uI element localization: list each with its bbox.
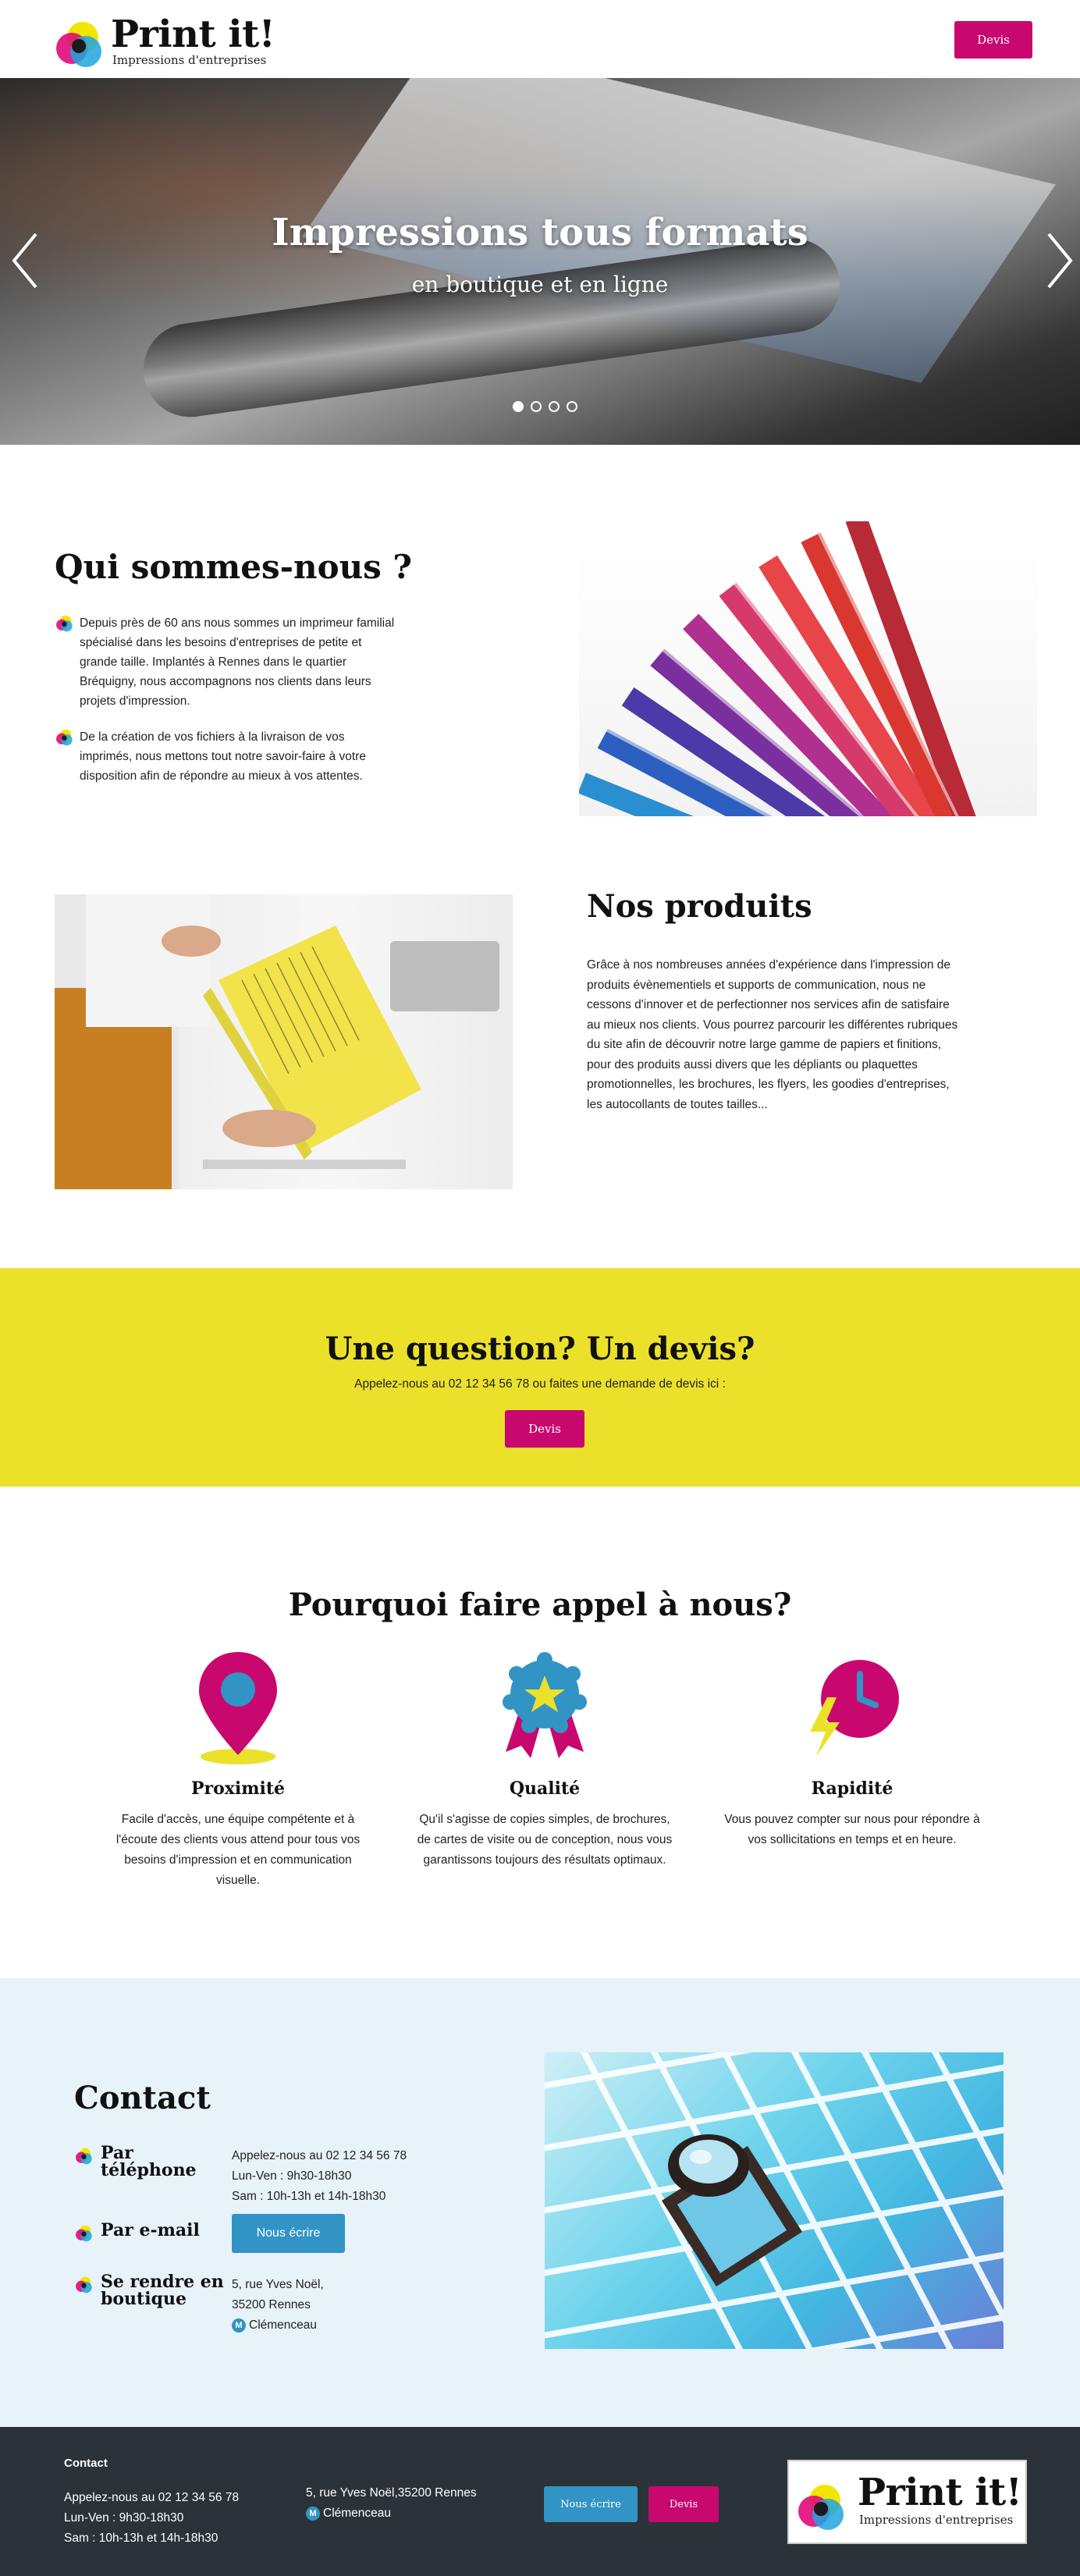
location-pin-icon (199, 1652, 277, 1764)
color-swatch-image (579, 521, 1037, 816)
cta-band: Une question? Un devis? Appelez-nous au … (0, 1268, 1080, 1487)
cta-title: Une question? Un devis? (325, 1331, 755, 1367)
footer-devis-button[interactable]: Devis (648, 2486, 719, 2522)
site-footer: Contact Appelez-nous au 02 12 34 56 78 L… (0, 2427, 1080, 2576)
slider-dot[interactable] (531, 401, 542, 412)
feature-name: Qualité (509, 1778, 581, 1799)
logo-circles-icon (56, 22, 101, 67)
contact-section: Contact Par téléphone Appelez-nous au 02… (0, 1978, 1080, 2427)
email-label: Par e-mail (101, 2220, 200, 2240)
devis-button[interactable]: Devis (505, 1410, 584, 1448)
loupe-image (545, 2052, 1004, 2349)
cmy-bullet-icon (76, 2148, 92, 2165)
slider-dots (513, 401, 577, 414)
metro-icon: M (306, 2507, 320, 2521)
logo-brand: Print it! (111, 12, 275, 56)
footer-heading: Contact (64, 2457, 108, 2470)
footer-address-line: 5, rue Yves Noël,35200 Rennes (306, 2486, 477, 2500)
about-title: Qui sommes-nous ? (55, 548, 413, 586)
site-header: Print it! Impressions d'entreprises Devi… (0, 0, 1080, 78)
phone-details: Appelez-nous au 02 12 34 56 78 Lun-Ven :… (232, 2146, 407, 2207)
shop-address: 5, rue Yves Noël, 35200 Rennes M Clémence… (232, 2275, 324, 2336)
slider-dot[interactable] (567, 401, 577, 412)
footer-write-us-button[interactable]: Nous écrire (544, 2486, 638, 2522)
brochure-image (55, 894, 513, 1189)
cmy-bullet-icon (56, 729, 73, 746)
slider-dot[interactable] (513, 401, 524, 412)
slider-dot[interactable] (549, 401, 560, 412)
products-section: Nos produits Grâce à nos nombreuses anné… (0, 851, 1080, 1268)
footer-metro-line: M Clémenceau (306, 2503, 477, 2524)
footer-logo[interactable]: Print it! Impressions d'entreprises (787, 2460, 1027, 2544)
why-us-title: Pourquoi faire appel à nous? (288, 1586, 792, 1623)
logo-brand: Print it! (858, 2471, 1022, 2514)
phone-label: Par téléphone (101, 2143, 197, 2180)
about-bullet-text: De la création de vos fichiers à la livr… (80, 730, 366, 783)
chevron-right-icon[interactable] (1046, 231, 1074, 290)
cmy-bullet-icon (76, 2225, 92, 2242)
award-badge-icon (503, 1652, 587, 1758)
feature-text: Vous pouvez compter sur nous pour répond… (724, 1813, 980, 1846)
logo-tagline: Impressions d'entreprises (112, 53, 267, 67)
cmy-bullet-icon (56, 615, 73, 632)
metro-line: M Clémenceau (232, 2315, 324, 2336)
loupe-illustration (545, 2052, 1004, 2349)
logo-tagline: Impressions d'entreprises (859, 2513, 1014, 2527)
cta-subtitle: Appelez-nous au 02 12 34 56 78 ou faites… (354, 1377, 726, 1391)
footer-phone-line: Appelez-nous au 02 12 34 56 78 (64, 2491, 240, 2504)
products-text: Grâce à nos nombreuses années d'expérien… (587, 958, 958, 1111)
feature-text: Qu'il s'agisse de copies simples, de bro… (417, 1813, 673, 1867)
feature-name: Rapidité (811, 1778, 893, 1799)
about-bullet: De la création de vos fichiers à la livr… (55, 727, 398, 786)
chevron-left-icon[interactable] (11, 231, 39, 290)
hero-slider: Impressions tous formats en boutique et … (0, 78, 1080, 445)
hero-title: Impressions tous formats (272, 211, 808, 254)
metro-station: Clémenceau (249, 2318, 318, 2332)
hours-line: Lun-Ven : 9h30-18h30 (232, 2169, 352, 2183)
feature-name: Proximité (190, 1778, 286, 1799)
fast-clock-icon (810, 1660, 899, 1757)
contact-title: Contact (74, 2080, 211, 2116)
metro-icon: M (232, 2318, 246, 2333)
phone-line: Appelez-nous au 02 12 34 56 78 (232, 2149, 407, 2162)
feature-text: Facile d'accès, une équipe compétente et… (115, 1813, 361, 1887)
shop-label: Se rendre en boutique (101, 2272, 224, 2309)
about-section: Qui sommes-nous ? Depuis près de 60 ans … (0, 445, 1080, 851)
footer-hours-line: Lun-Ven : 9h30-18h30 (64, 2511, 184, 2524)
site-logo[interactable]: Print it! Impressions d'entreprises (53, 12, 275, 70)
devis-button[interactable]: Devis (954, 21, 1032, 59)
feature-proximite: Proximité Facile d'accès, une équipe com… (109, 1650, 367, 1891)
hours-line: Sam : 10h-13h et 14h-18h30 (232, 2190, 386, 2203)
brochure-illustration (55, 894, 499, 1189)
products-title: Nos produits (587, 888, 812, 925)
color-fan-illustration (579, 521, 992, 816)
footer-address: 5, rue Yves Noël,35200 Rennes M Clémencea… (306, 2483, 477, 2524)
feature-rapidite: Rapidité Vous pouvez compter sur nous po… (723, 1650, 981, 1850)
about-bullet: Depuis près de 60 ans nous sommes un imp… (55, 613, 398, 711)
address-line: 5, rue Yves Noël, (232, 2278, 324, 2291)
hero-subtitle: en boutique et en ligne (411, 272, 669, 297)
feature-qualite: Qualité Qu'il s'agisse de copies simples… (416, 1650, 673, 1871)
why-us-section: Pourquoi faire appel à nous? Proximité F… (0, 1487, 1080, 1978)
about-bullet-text: Depuis près de 60 ans nous sommes un imp… (80, 616, 395, 708)
footer-phone: Appelez-nous au 02 12 34 56 78 Lun-Ven :… (64, 2488, 239, 2549)
cmy-bullet-icon (76, 2276, 92, 2294)
write-us-button[interactable]: Nous écrire (232, 2214, 345, 2253)
logo-circles-icon (798, 2485, 844, 2530)
metro-station: Clémenceau (323, 2507, 392, 2520)
address-line: 35200 Rennes (232, 2298, 311, 2311)
footer-hours-line: Sam : 10h-13h et 14h-18h30 (64, 2532, 218, 2545)
